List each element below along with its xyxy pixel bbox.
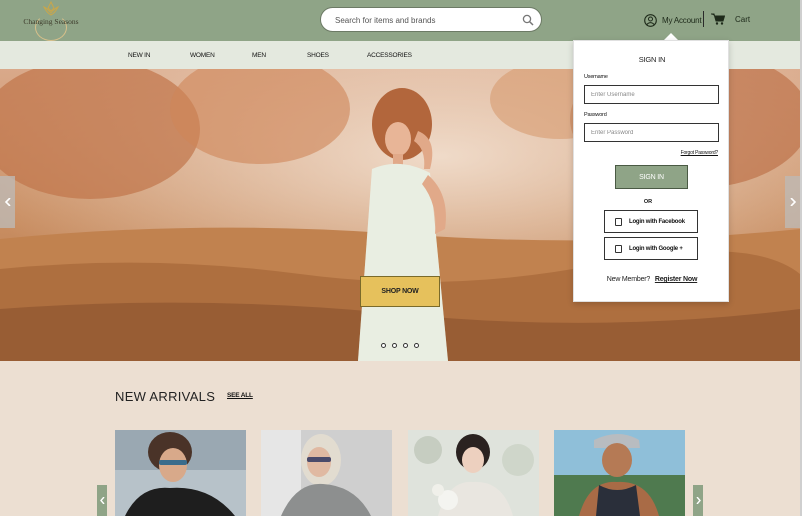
signin-title: SIGN IN <box>638 55 666 64</box>
dropdown-caret <box>664 33 678 40</box>
header-divider <box>703 11 704 27</box>
brand-name: Changing Seasons <box>23 17 79 26</box>
cart-label: Cart <box>735 14 751 24</box>
google-login-label: Login with Google + <box>629 245 683 252</box>
username-field[interactable] <box>584 85 719 104</box>
product-image <box>408 430 539 516</box>
forgot-password-link[interactable]: Forgot Password? <box>681 150 719 156</box>
password-field[interactable] <box>584 123 719 142</box>
chevron-left-icon <box>4 198 11 206</box>
product-card[interactable] <box>554 430 685 516</box>
hero-next-button[interactable] <box>785 176 800 228</box>
see-all-link[interactable]: SEE ALL <box>227 392 253 399</box>
product-image <box>261 430 392 516</box>
brand-logo[interactable]: Changing Seasons <box>22 0 80 41</box>
carousel-dot[interactable] <box>403 343 408 348</box>
chevron-left-icon <box>99 497 105 504</box>
hero-prev-button[interactable] <box>0 176 15 228</box>
register-link[interactable]: Register Now <box>655 276 698 283</box>
search-bar[interactable] <box>320 7 542 32</box>
shop-now-button[interactable]: SHOP NOW <box>360 276 440 307</box>
arrivals-prev-button[interactable] <box>97 485 107 516</box>
nav-item-new-in[interactable]: NEW IN <box>128 52 150 59</box>
new-member-text: New Member? <box>606 276 651 283</box>
product-card[interactable] <box>115 430 246 516</box>
or-separator: OR <box>643 199 653 205</box>
carousel-dot[interactable] <box>392 343 397 348</box>
product-card[interactable] <box>408 430 539 516</box>
search-icon[interactable] <box>522 14 534 26</box>
nav-item-women[interactable]: WOMEN <box>190 52 215 59</box>
cart-link[interactable]: Cart <box>711 13 750 25</box>
arrivals-next-button[interactable] <box>693 485 703 516</box>
username-label: Username <box>584 74 608 80</box>
facebook-login-button[interactable]: Login with Facebook <box>604 210 698 233</box>
signin-dropdown: SIGN IN Username Password Forgot Passwor… <box>573 40 729 302</box>
nav-item-accessories[interactable]: ACCESSORIES <box>367 52 412 59</box>
search-input[interactable] <box>335 13 515 27</box>
facebook-login-label: Login with Facebook <box>629 218 685 225</box>
chevron-right-icon <box>789 198 796 206</box>
carousel-dots <box>381 343 425 348</box>
signin-submit-button[interactable]: SIGN IN <box>615 165 688 189</box>
nav-item-men[interactable]: MEN <box>252 52 266 59</box>
new-member-row: New Member? Register Now <box>574 276 730 283</box>
carousel-dot[interactable] <box>381 343 386 348</box>
product-image <box>115 430 246 516</box>
carousel-dot[interactable] <box>414 343 419 348</box>
password-label: Password <box>584 112 607 118</box>
user-icon <box>644 13 657 27</box>
product-image <box>554 430 685 516</box>
nav-item-shoes[interactable]: SHOES <box>307 52 329 59</box>
facebook-icon <box>615 217 622 226</box>
google-login-button[interactable]: Login with Google + <box>604 237 698 260</box>
my-account-link[interactable]: My Account <box>644 12 702 28</box>
my-account-label: My Account <box>662 15 702 25</box>
product-card[interactable] <box>261 430 392 516</box>
cart-icon <box>711 13 725 25</box>
new-arrivals-title: NEW ARRIVALS <box>115 389 216 404</box>
chevron-right-icon <box>695 497 701 504</box>
google-icon <box>615 244 622 253</box>
